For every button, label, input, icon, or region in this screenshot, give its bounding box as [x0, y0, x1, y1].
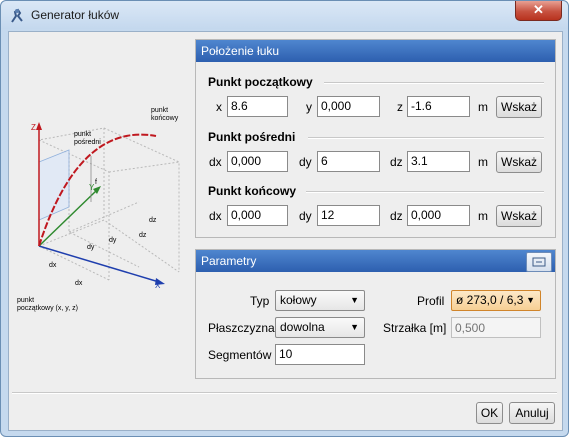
close-button[interactable]: ✕ [515, 1, 562, 21]
params-panel-title: Parametry [196, 250, 555, 272]
plane-select-value: dowolna [280, 320, 325, 334]
profile-select[interactable]: ø 273,0 / 6,3 ▼ [451, 290, 541, 311]
end-dx-label: dx [209, 209, 222, 223]
start-x-input[interactable]: 8.6 [227, 96, 288, 117]
type-label: Typ [250, 294, 270, 308]
mid-dx-label: dx [209, 155, 222, 169]
label-mid-1: punkt [74, 131, 91, 138]
label-dz-2: dz [139, 232, 147, 239]
type-select[interactable]: kołowy ▼ [275, 290, 365, 311]
chevron-down-icon: ▼ [350, 295, 359, 305]
start-z-input[interactable]: -1.6 [407, 96, 470, 117]
pick-profile-icon[interactable] [526, 252, 552, 272]
start-point-title: Punkt początkowy [208, 75, 313, 89]
params-panel: Parametry Typ kołowy ▼ Profil ø 273,0 / … [195, 249, 556, 379]
sag-input[interactable] [451, 317, 541, 338]
chevron-down-icon: ▼ [350, 322, 359, 332]
position-panel: Położenie łuku Punkt początkowy x 8.6 y … [195, 39, 556, 238]
dialog-window: Generator łuków ✕ punkt końcowy punkt po… [0, 0, 569, 437]
profile-select-value: ø 273,0 / 6,3 [456, 293, 524, 307]
app-icon [11, 8, 23, 23]
start-y-input[interactable]: 0,000 [317, 96, 380, 117]
plane-select[interactable]: dowolna ▼ [275, 317, 365, 338]
label-end-2: końcowy [151, 115, 179, 122]
label-dx-2: dx [75, 280, 83, 287]
label-z: Z [31, 123, 36, 132]
label-dy-2: dy [87, 244, 95, 251]
start-y-label: y [306, 100, 312, 114]
label-end-1: punkt [151, 107, 168, 114]
separator [306, 191, 544, 193]
mid-dx-input[interactable]: 0,000 [227, 151, 288, 172]
x-axis-line [38, 245, 160, 283]
mid-unit: m [478, 155, 488, 169]
mid-dz-label: dz [390, 155, 403, 169]
label-x: X [155, 281, 161, 290]
arc-diagram: punkt końcowy punkt pośredni punkt począ… [17, 107, 180, 312]
separator [308, 137, 544, 139]
label-start-2: początkowy (x, y, z) [17, 305, 78, 312]
chevron-down-icon: ▼ [526, 295, 535, 305]
label-mid-2: pośredni [74, 139, 101, 146]
plane-label: Płaszczyzna [208, 321, 275, 335]
mid-dy-input[interactable]: 6 [317, 151, 380, 172]
label-dz-1: dz [149, 217, 157, 224]
cancel-button[interactable]: Anuluj [509, 402, 555, 424]
mid-point-title: Punkt pośredni [208, 130, 296, 144]
footer-separator [12, 392, 557, 394]
end-dy-label: dy [299, 209, 312, 223]
end-dx-input[interactable]: 0,000 [227, 205, 288, 226]
label-start-1: punkt [17, 297, 34, 304]
separator [324, 82, 544, 84]
type-select-value: kołowy [280, 293, 317, 307]
ok-button[interactable]: OK [476, 402, 503, 424]
mid-pick-button[interactable]: Wskaż [496, 151, 542, 173]
end-pick-button[interactable]: Wskaż [496, 205, 542, 227]
profile-label: Profil [417, 294, 445, 308]
segments-input[interactable]: 10 [275, 344, 365, 365]
mid-dy-label: dy [299, 155, 312, 169]
dialog-client: punkt końcowy punkt pośredni punkt począ… [8, 31, 563, 431]
window-title: Generator łuków [31, 8, 120, 22]
mid-dz-input[interactable]: 3.1 [407, 151, 470, 172]
end-dy-input[interactable]: 12 [317, 205, 380, 226]
label-dy-1: dy [109, 237, 117, 244]
sag-label: Strzałka [m] [383, 321, 447, 335]
start-unit: m [478, 100, 488, 114]
label-dx-1: dx [49, 262, 57, 269]
position-panel-title: Położenie łuku [196, 40, 555, 62]
start-z-label: z [397, 100, 403, 114]
end-point-title: Punkt końcowy [208, 184, 297, 198]
end-dz-label: dz [390, 209, 403, 223]
end-dz-input[interactable]: 0,000 [407, 205, 470, 226]
start-pick-button[interactable]: Wskaż [496, 96, 542, 118]
start-x-label: x [216, 100, 222, 114]
title-bar[interactable]: Generator łuków ✕ [1, 1, 568, 29]
end-unit: m [478, 209, 488, 223]
label-f: f [95, 179, 97, 186]
segments-label: Segmentów [208, 348, 272, 362]
